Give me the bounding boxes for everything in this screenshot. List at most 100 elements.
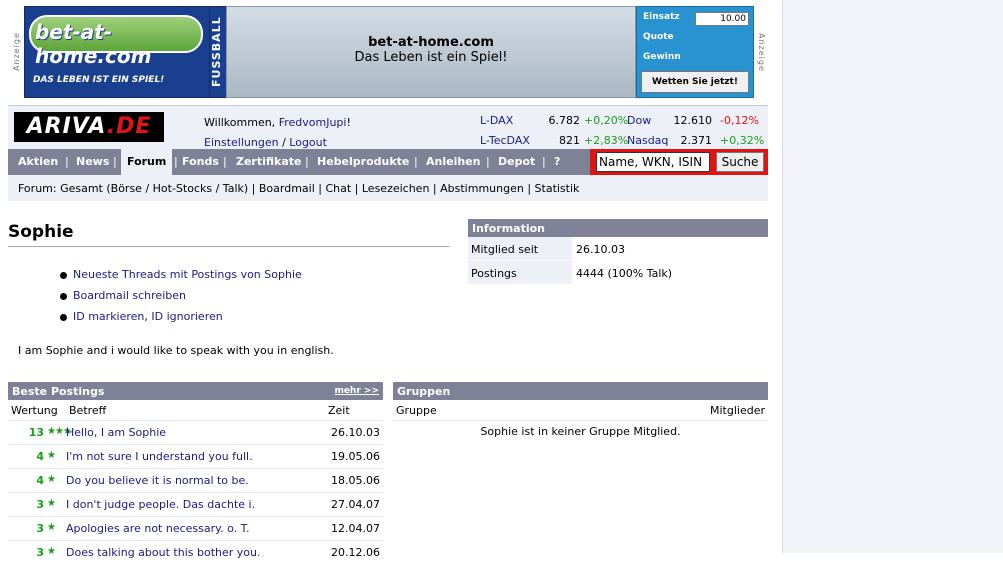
rating-stars-icon: ★ <box>47 450 56 461</box>
username-link[interactable]: FredvomJupi <box>279 116 347 129</box>
quote-value: 6.782 <box>548 114 581 127</box>
site-header: ARIVA.DE Willkommen, FredvomJupi! Einste… <box>8 105 768 150</box>
nav-separator: | <box>414 155 418 168</box>
table-row: 3 ★ Does talking about this bother you. 20.… <box>8 540 383 564</box>
page-background-stripe <box>782 0 1003 553</box>
col-time: Zeit <box>328 404 350 417</box>
gewinn-label: Gewinn <box>643 52 681 62</box>
mark-id-link[interactable]: ID markieren <box>73 310 144 323</box>
groups-box: Gruppen Gruppe Mitglieder Sophie ist in … <box>393 382 768 443</box>
col-rating: Wertung <box>11 404 58 417</box>
quote-change: +2,83% <box>584 134 629 147</box>
posting-date: 12.04.07 <box>331 522 380 535</box>
posting-subject-link[interactable]: Do you believe it is normal to be. <box>66 474 249 487</box>
rating-stars-icon: ★ <box>47 522 56 533</box>
postings-column-header: Wertung Betreff Zeit <box>8 400 383 420</box>
nav-item-forum[interactable]: Forum <box>121 149 173 175</box>
quote-change: +0,32% <box>720 134 765 147</box>
bet-widget: Einsatz Quote Gewinn Wetten Sie jetzt! <box>636 6 754 98</box>
best-postings-box: Beste Postings mehr >> Wertung Betreff Z… <box>8 382 383 564</box>
banner-ad[interactable]: Anzeige bet-at-home.com DAS LEBEN IST EI… <box>8 6 768 98</box>
quote-name-ltecdax[interactable]: L-TecDAX <box>480 134 530 147</box>
postings-value: 4444 (100% Talk) <box>576 267 673 280</box>
search-input[interactable] <box>596 152 710 172</box>
nav-separator: | <box>542 155 546 168</box>
bet-now-button[interactable]: Wetten Sie jetzt! <box>641 71 749 93</box>
latest-threads-link[interactable]: Neueste Threads mit Postings von Sophie <box>73 268 302 281</box>
nav-item-depot[interactable]: Depot <box>498 149 535 175</box>
profile-about: I am Sophie and i would like to speak wi… <box>18 344 334 357</box>
groups-title: Gruppen <box>393 382 768 400</box>
quote-change: +0,20% <box>584 114 629 127</box>
einsatz-label: Einsatz <box>643 12 680 22</box>
account-links: Einstellungen / Logout <box>204 136 327 149</box>
settings-link[interactable]: Einstellungen <box>204 136 279 149</box>
search-button[interactable]: Suche <box>716 152 764 172</box>
quote-value: 821 <box>559 134 580 147</box>
logo-brand-text: bet-at-home.com <box>35 20 152 68</box>
einsatz-input[interactable] <box>695 12 749 26</box>
quote-change: -0,12% <box>720 114 759 127</box>
posting-rating: 3 <box>36 498 44 511</box>
nav-item-anleihen[interactable]: Anleihen <box>426 149 480 175</box>
boardmail-link[interactable]: Boardmail schreiben <box>73 289 186 302</box>
posting-subject-link[interactable]: I'm not sure I understand you full. <box>66 450 253 463</box>
rating-stars-icon: ★ <box>47 474 56 485</box>
nav-item-fonds[interactable]: Fonds <box>182 149 219 175</box>
logo-main-text: ARIVA <box>26 114 107 139</box>
nav-separator: | <box>65 155 69 168</box>
quote-value: 12.610 <box>673 114 713 127</box>
posting-date: 27.04.07 <box>331 498 380 511</box>
link-separator: / <box>278 136 290 149</box>
nav-separator: | <box>223 155 227 168</box>
quote-name-ldax[interactable]: L-DAX <box>480 114 513 127</box>
nav-item-help[interactable]: ? <box>554 149 560 175</box>
quote-name-dow[interactable]: Dow <box>627 114 651 127</box>
ariva-logo[interactable]: ARIVA.DE <box>14 112 164 142</box>
posting-subject-link[interactable]: Hello, I am Sophie <box>66 426 166 439</box>
quote-name-nasdaq[interactable]: Nasdaq <box>627 134 668 147</box>
best-postings-title: Beste Postings <box>12 385 105 398</box>
table-row: Mitglied seit 26.10.03 <box>468 237 768 261</box>
posting-subject-link[interactable]: I don't judge people. Das dachte i. <box>66 498 255 511</box>
bet-at-home-logo[interactable]: bet-at-home.com DAS LEBEN IST EIN SPIEL! <box>24 6 211 98</box>
forum-subnav-links[interactable]: Forum: Gesamt (Börse / Hot-Stocks / Talk… <box>18 182 579 195</box>
ad-center-subtitle: Das Leben ist ein Spiel! <box>354 50 508 65</box>
search-box: Suche <box>590 149 768 175</box>
groups-column-header: Gruppe Mitglieder <box>393 400 768 420</box>
member-since-label: Mitglied seit <box>471 243 539 256</box>
ad-label-right: Anzeige <box>757 32 766 72</box>
table-row: 3 ★ I don't judge people. Das dachte i. 27.… <box>8 492 383 516</box>
member-since-value: 26.10.03 <box>576 243 625 256</box>
page-title: Sophie <box>8 222 450 247</box>
col-group: Gruppe <box>396 404 437 417</box>
posting-rating: 4 <box>36 474 44 487</box>
col-subject: Betreff <box>69 404 107 417</box>
rating-stars-icon: ★ <box>47 498 56 509</box>
logout-link[interactable]: Logout <box>289 136 327 149</box>
posting-rating: 3 <box>36 522 44 535</box>
nav-separator: | <box>305 155 309 168</box>
welcome-prefix: Willkommen, <box>204 116 279 129</box>
information-box: Information Mitglied seit 26.10.03 Posti… <box>468 219 768 285</box>
nav-item-news[interactable]: News <box>76 149 109 175</box>
more-link[interactable]: mehr >> <box>334 382 379 401</box>
ad-center-panel[interactable]: bet-at-home.com Das Leben ist ein Spiel! <box>226 6 636 98</box>
ad-center-title: bet-at-home.com <box>368 35 494 50</box>
main-nav: Aktien | News | Forum | Fonds | Zertifik… <box>8 149 768 175</box>
posting-date: 26.10.03 <box>331 426 380 439</box>
nav-item-zertifikate[interactable]: Zertifikate <box>236 149 302 175</box>
nav-item-hebelprodukte[interactable]: Hebelprodukte <box>317 149 409 175</box>
rating-stars-icon: ★ <box>47 546 56 557</box>
market-quotes: L-DAX 6.782 +0,20% Dow 12.610 -0,12% L-T… <box>480 114 764 154</box>
no-groups-message: Sophie ist in keiner Gruppe Mitglied. <box>393 420 768 443</box>
table-row: 3 ★ Apologies are not necessary. o. T. 12.0… <box>8 516 383 540</box>
table-row: 4 ★ I'm not sure I understand you full. 19.… <box>8 444 383 468</box>
ignore-id-link[interactable]: ID ignorieren <box>151 310 222 323</box>
list-item: Neueste Threads mit Postings von Sophie <box>58 268 302 289</box>
quote-value: 2.371 <box>680 134 713 147</box>
posting-subject-link[interactable]: Apologies are not necessary. o. T. <box>66 522 250 535</box>
posting-rating: 4 <box>36 450 44 463</box>
nav-item-aktien[interactable]: Aktien <box>18 149 58 175</box>
posting-date: 18.05.06 <box>331 474 380 487</box>
